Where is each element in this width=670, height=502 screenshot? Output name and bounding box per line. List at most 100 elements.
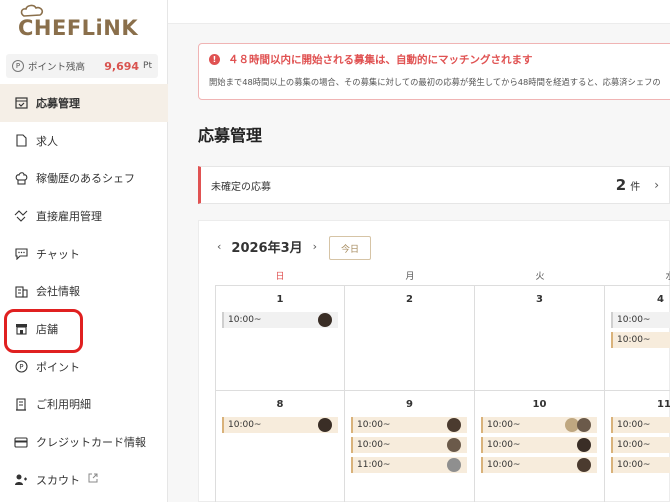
chef-avatar: [577, 418, 591, 432]
calendar-day[interactable]: 2: [345, 286, 475, 391]
chef-hat-icon: [14, 171, 28, 185]
sidebar-item-company[interactable]: 会社情報: [0, 272, 168, 310]
page-title: 応募管理: [198, 126, 263, 145]
sidebar-item-points[interactable]: P ポイント: [0, 348, 168, 386]
pending-unit: 件: [630, 181, 641, 193]
calendar-day[interactable]: 1 10:00~: [215, 286, 345, 391]
slot-time: 10:00~: [617, 460, 651, 470]
application-slot[interactable]: 10:00~: [611, 332, 670, 348]
sidebar-item-direct-hire[interactable]: 直接雇用管理: [0, 197, 168, 235]
slot-time: 10:00~: [617, 440, 651, 450]
slot-time: 10:00~: [228, 420, 262, 430]
calendar-header: ‹ 2026年3月 ›: [217, 237, 317, 256]
application-slot[interactable]: 10:00~: [481, 457, 597, 473]
points-balance: P ポイント残高 9,694 Pt: [6, 54, 158, 78]
alert-icon: !: [209, 54, 220, 65]
slot-time: 10:00~: [617, 335, 651, 345]
sidebar-item-chat[interactable]: チャット: [0, 235, 168, 273]
calendar-day[interactable]: 11 10:00~ 10:00~ 10:00~: [605, 391, 670, 502]
weekday-sun: 日: [275, 272, 285, 282]
receipt-icon: [14, 397, 28, 411]
day-number: 10: [532, 399, 547, 410]
sidebar-item-label: 会社情報: [36, 285, 80, 299]
calendar-day[interactable]: 3: [475, 286, 605, 391]
sidebar: CHEFLiNK P ポイント残高 9,694 Pt 応募管理 求人 稼働歴のあ…: [0, 0, 168, 502]
sidebar-item-label: ご利用明細: [36, 398, 91, 412]
building-icon: [14, 284, 28, 298]
chevron-right-icon: ›: [654, 178, 659, 192]
day-number: 3: [536, 294, 543, 305]
store-icon: [14, 322, 28, 336]
prev-month-button[interactable]: ‹: [217, 240, 221, 253]
credit-card-icon: [14, 435, 28, 449]
chef-avatar: [577, 438, 591, 452]
weekday-tue: 火: [535, 272, 545, 282]
day-number: 8: [276, 399, 284, 410]
sidebar-item-stores[interactable]: 店舗: [0, 310, 168, 348]
application-slot[interactable]: 10:00~: [222, 312, 338, 328]
handshake-icon: [14, 209, 28, 223]
points-label: ポイント残高: [28, 62, 86, 73]
slot-time: 10:00~: [228, 315, 262, 325]
application-slot[interactable]: 10:00~: [351, 437, 467, 453]
sidebar-item-label: チャット: [36, 247, 80, 261]
calendar-grid: 1 10:00~ 2 3 4 10:00~ 10:00~ 8 10:00~ 9 …: [215, 285, 670, 502]
sidebar-item-label: 店舗: [36, 322, 58, 336]
day-number: 11: [657, 399, 670, 410]
calendar-day[interactable]: 10 10:00~ 10:00~ 10:00~: [475, 391, 605, 502]
point-icon: P: [12, 60, 24, 72]
sidebar-item-scout[interactable]: スカウト: [0, 461, 168, 499]
external-link-icon: [88, 473, 98, 486]
application-slot[interactable]: 10:00~: [611, 437, 670, 453]
svg-text:P: P: [19, 363, 23, 371]
slot-time: 10:00~: [617, 420, 651, 430]
chef-avatar: [447, 438, 461, 452]
chef-avatar: [318, 313, 332, 327]
scout-icon: [14, 473, 28, 487]
application-slot[interactable]: 10:00~: [611, 417, 670, 433]
sidebar-item-past-chefs[interactable]: 稼働歴のあるシェフ: [0, 159, 168, 197]
slot-time: 10:00~: [357, 440, 391, 450]
application-slot[interactable]: 10:00~: [351, 417, 467, 433]
weekday-mon: 月: [405, 272, 415, 282]
sidebar-item-label: ポイント: [36, 360, 80, 374]
slot-time: 10:00~: [487, 460, 521, 470]
logo[interactable]: CHEFLiNK: [18, 4, 138, 40]
chef-hat-logo-icon: [20, 4, 44, 17]
sidebar-item-applications[interactable]: 応募管理: [0, 84, 168, 122]
calendar-month: 2026年3月: [231, 241, 303, 256]
application-slot[interactable]: 10:00~: [611, 457, 670, 473]
sidebar-item-credit-card[interactable]: クレジットカード情報: [0, 423, 168, 461]
auto-matching-alert: ! ４８時間以内に開始される募集は、自動的にマッチングされます 開始まで48時間…: [198, 43, 670, 100]
calendar-day[interactable]: 9 10:00~ 10:00~ 11:00~: [345, 391, 475, 502]
calendar-check-icon: [14, 96, 28, 110]
slot-time: 11:00~: [357, 460, 391, 470]
top-bar: [168, 0, 670, 24]
sidebar-item-billing[interactable]: ご利用明細: [0, 386, 168, 424]
sidebar-item-label: クレジットカード情報: [36, 436, 146, 450]
pending-applications-card[interactable]: 未確定の応募 2 件 ›: [198, 166, 670, 204]
points-unit: Pt: [143, 61, 152, 71]
application-slot[interactable]: 10:00~: [611, 312, 670, 328]
sidebar-item-label: スカウト: [36, 473, 80, 487]
application-slot[interactable]: 11:00~: [351, 457, 467, 473]
alert-title: ４８時間以内に開始される募集は、自動的にマッチングされます: [228, 54, 533, 66]
main-content: ! ４８時間以内に開始される募集は、自動的にマッチングされます 開始まで48時間…: [168, 0, 670, 502]
chef-avatar: [318, 418, 332, 432]
document-icon: [14, 134, 28, 148]
application-slot[interactable]: 10:00~: [481, 437, 597, 453]
day-number: 4: [657, 294, 664, 305]
slot-time: 10:00~: [487, 440, 521, 450]
sidebar-item-jobs[interactable]: 求人: [0, 122, 168, 160]
application-slot[interactable]: 10:00~: [481, 417, 597, 433]
application-slot[interactable]: 10:00~: [222, 417, 338, 433]
day-number: 9: [406, 399, 413, 410]
calendar-day[interactable]: 4 10:00~ 10:00~: [605, 286, 670, 391]
sidebar-item-label: 応募管理: [36, 96, 80, 110]
next-month-button[interactable]: ›: [313, 240, 317, 253]
pending-count: 2: [615, 176, 627, 194]
points-value: 9,694: [104, 59, 140, 73]
day-number: 1: [276, 294, 284, 305]
calendar-day[interactable]: 8 10:00~: [215, 391, 345, 502]
today-button[interactable]: 今日: [329, 236, 371, 260]
